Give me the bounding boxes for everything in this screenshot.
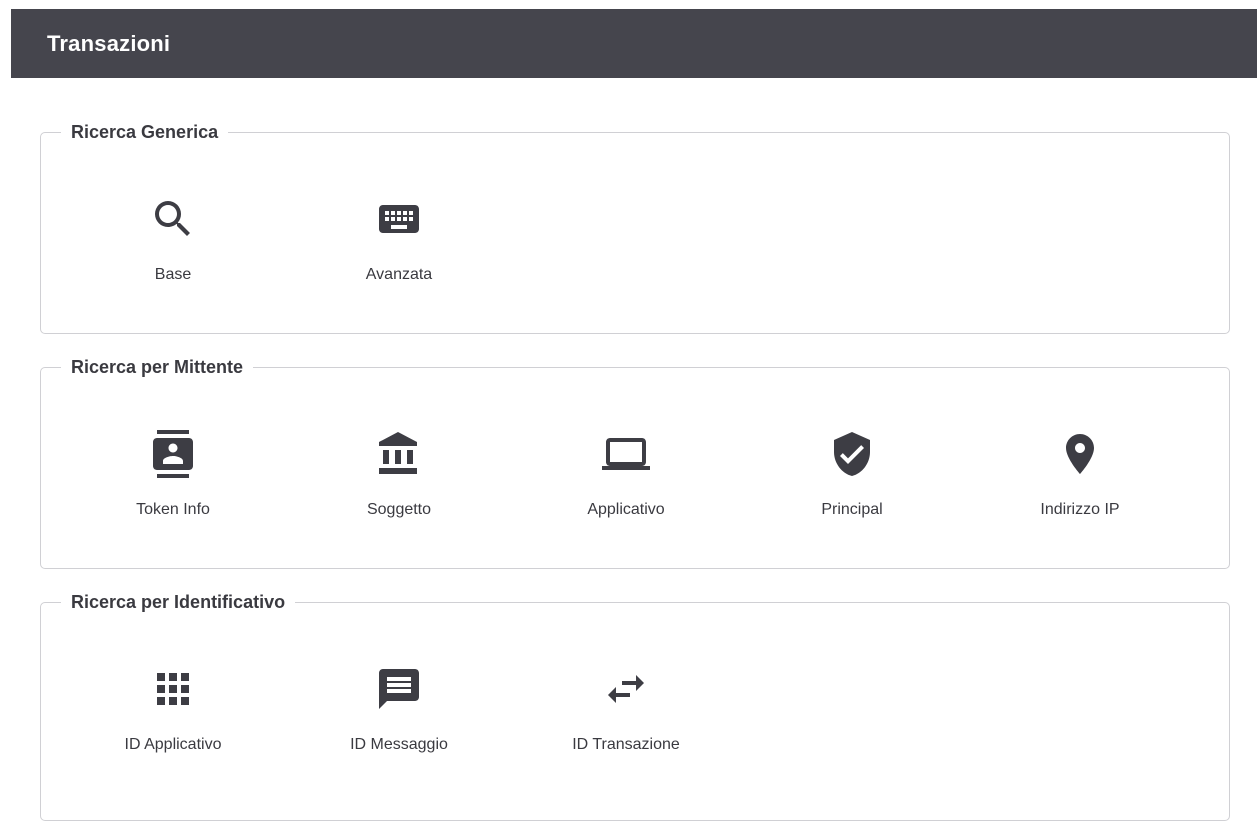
item-label: Avanzata xyxy=(365,266,433,283)
bank-icon xyxy=(371,426,427,482)
search-icon xyxy=(145,191,201,247)
search-token-info-button[interactable]: Token Info xyxy=(93,426,253,519)
search-id-transazione-button[interactable]: ID Transazione xyxy=(546,661,706,754)
swap-arrows-icon xyxy=(598,661,654,717)
search-indirizzo-ip-button[interactable]: Indirizzo IP xyxy=(1000,426,1160,519)
apps-grid-icon xyxy=(145,661,201,717)
laptop-icon xyxy=(598,426,654,482)
section-ricerca-per-identificativo: Ricerca per Identificativo ID Applicativ… xyxy=(40,591,1230,821)
item-label: Token Info xyxy=(136,501,210,518)
search-id-applicativo-button[interactable]: ID Applicativo xyxy=(93,661,253,754)
search-soggetto-button[interactable]: Soggetto xyxy=(319,426,479,519)
page-title: Transazioni xyxy=(47,30,171,56)
item-label: ID Messaggio xyxy=(350,736,448,753)
verified-shield-icon xyxy=(824,426,880,482)
item-label: Applicativo xyxy=(587,501,665,518)
search-avanzata-button[interactable]: Avanzata xyxy=(319,191,479,284)
item-label: Principal xyxy=(821,501,883,518)
search-id-messaggio-button[interactable]: ID Messaggio xyxy=(319,661,479,754)
message-icon xyxy=(371,661,427,717)
search-principal-button[interactable]: Principal xyxy=(772,426,932,519)
keyboard-icon xyxy=(371,191,427,247)
search-applicativo-button[interactable]: Applicativo xyxy=(546,426,706,519)
page-header: Transazioni xyxy=(11,9,1257,78)
section-title: Ricerca per Identificativo xyxy=(71,592,286,612)
item-label: Base xyxy=(154,266,192,283)
contacts-icon xyxy=(145,426,201,482)
section-ricerca-generica: Ricerca Generica Base Avanzata xyxy=(40,121,1230,334)
item-label: ID Applicativo xyxy=(124,736,222,753)
item-label: Indirizzo IP xyxy=(1040,501,1120,518)
location-pin-icon xyxy=(1052,426,1108,482)
search-base-button[interactable]: Base xyxy=(93,191,253,284)
section-ricerca-per-mittente: Ricerca per Mittente Token Info Soggetto… xyxy=(40,356,1230,569)
section-title: Ricerca per Mittente xyxy=(71,357,244,377)
item-label: Soggetto xyxy=(366,501,432,518)
section-title: Ricerca Generica xyxy=(71,122,219,142)
item-label: ID Transazione xyxy=(572,736,680,753)
